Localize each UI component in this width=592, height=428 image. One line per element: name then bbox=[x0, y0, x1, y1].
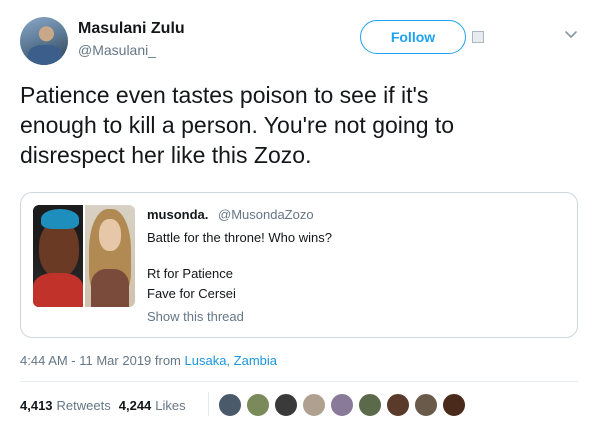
liker-avatar[interactable] bbox=[386, 393, 410, 417]
liker-avatar[interactable] bbox=[330, 393, 354, 417]
quoted-image-right bbox=[85, 205, 135, 307]
avatar[interactable] bbox=[20, 17, 68, 65]
tweet-location-link[interactable]: Lusaka, Zambia bbox=[185, 353, 278, 368]
retweets-label[interactable]: Retweets bbox=[57, 398, 111, 413]
tweet-timestamp[interactable]: 4:44 AM - 11 Mar 2019 from bbox=[20, 353, 181, 368]
divider bbox=[20, 381, 578, 382]
tweet-text-line: Patience even tastes poison to see if it… bbox=[20, 82, 429, 108]
tweet-stats: 4,413 Retweets 4,244 Likes bbox=[20, 398, 194, 413]
liker-avatar[interactable] bbox=[302, 393, 326, 417]
tweet-text: Patience even tastes poison to see if it… bbox=[20, 80, 575, 170]
show-thread-link[interactable]: Show this thread bbox=[147, 309, 244, 324]
user-name[interactable]: Masulani Zulu bbox=[78, 20, 185, 38]
stats-separator bbox=[208, 392, 209, 416]
follow-extra-icon bbox=[472, 31, 484, 43]
quoted-text-line: Fave for Cersei bbox=[147, 286, 236, 301]
likes-label[interactable]: Likes bbox=[155, 398, 185, 413]
avatar-figure bbox=[28, 45, 62, 65]
tweet-text-line: disrespect her like this Zozo. bbox=[20, 142, 312, 168]
tweet-text-line: enough to kill a person. You're not goin… bbox=[20, 112, 455, 138]
liker-avatar[interactable] bbox=[246, 393, 270, 417]
quoted-tweet[interactable]: musonda. @MusondaZozo Battle for the thr… bbox=[20, 192, 578, 338]
tweet-meta: 4:44 AM - 11 Mar 2019 from Lusaka, Zambi… bbox=[20, 353, 277, 368]
quoted-user-name: musonda. bbox=[147, 207, 209, 222]
user-handle[interactable]: @Masulani_ bbox=[78, 42, 156, 58]
liker-avatar[interactable] bbox=[274, 393, 298, 417]
tweet-header: Masulani Zulu @Masulani_ Follow bbox=[20, 14, 580, 65]
likes-count[interactable]: 4,244 bbox=[119, 398, 152, 413]
liker-avatar[interactable] bbox=[414, 393, 438, 417]
quoted-image-left bbox=[33, 205, 83, 307]
quoted-user-handle: @MusondaZozo bbox=[218, 207, 314, 222]
quoted-text-line: Rt for Patience bbox=[147, 266, 233, 281]
quoted-text-line: Battle for the throne! Who wins? bbox=[147, 230, 332, 245]
follow-button[interactable]: Follow bbox=[360, 20, 466, 54]
liker-avatar[interactable] bbox=[218, 393, 242, 417]
liker-avatar[interactable] bbox=[358, 393, 382, 417]
likers-avatars bbox=[218, 393, 470, 419]
quoted-tweet-image[interactable] bbox=[33, 205, 135, 307]
chevron-down-icon[interactable] bbox=[564, 28, 578, 42]
liker-avatar[interactable] bbox=[442, 393, 466, 417]
retweets-count[interactable]: 4,413 bbox=[20, 398, 53, 413]
